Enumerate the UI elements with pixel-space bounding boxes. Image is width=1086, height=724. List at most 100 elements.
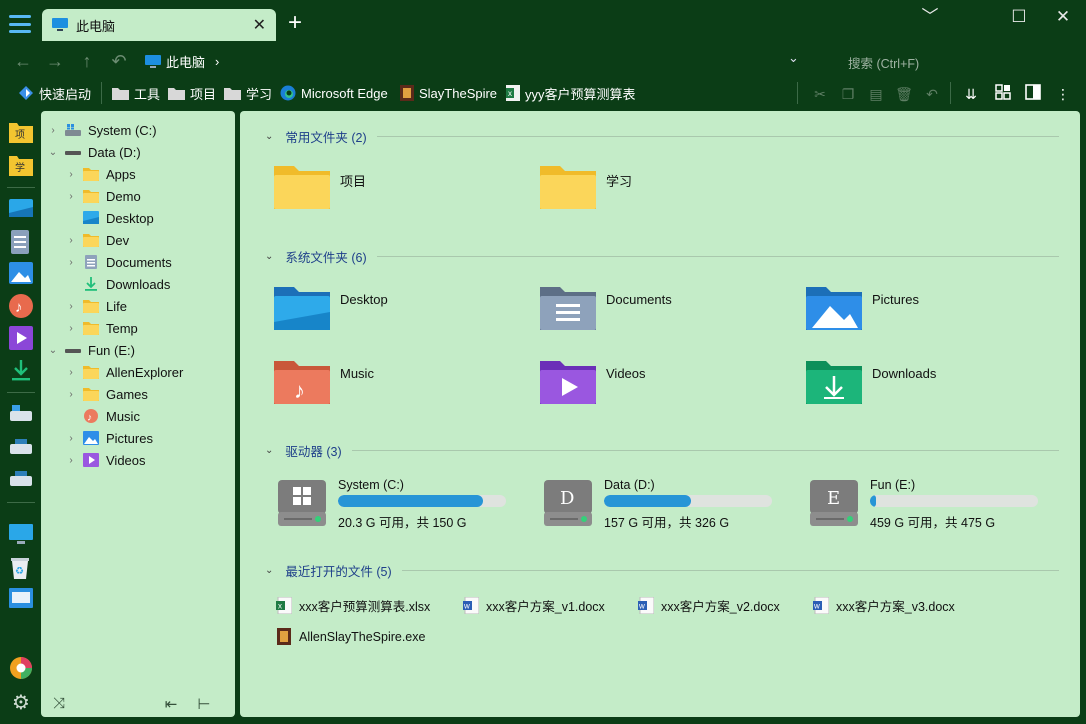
chevron-down-icon[interactable]: ⌄ [265,445,273,456]
folder-item-videos[interactable]: Videos [540,358,646,404]
tree-item[interactable]: › Pictures [65,428,153,448]
tree-item[interactable]: Desktop [65,208,154,228]
main-menu-button[interactable] [8,12,32,36]
more-options-icon[interactable]: ⋮ [1053,84,1073,104]
view-mode-icon[interactable] [993,84,1013,104]
tree-chevron-icon[interactable]: › [65,169,77,180]
breadcrumb[interactable]: 此电脑 › [145,52,219,71]
tree-view-icon[interactable]: ⊢ [195,695,213,713]
recent-file-item[interactable]: w xxx客户方案_v3.docx [813,596,955,615]
rail-item-projects[interactable]: 项 [9,121,33,145]
toolbar-item-tools[interactable]: 工具 [112,83,160,103]
tab-this-pc[interactable]: 此电脑 ✕ [42,9,276,41]
preview-pane-icon[interactable] [1023,84,1043,104]
tree-chevron-icon[interactable]: › [65,235,77,246]
folder-item-documents[interactable]: Documents [540,284,672,330]
tree-item[interactable]: ⌄ Data (D:) [47,142,141,162]
tree-item[interactable]: › AllenExplorer [65,362,183,382]
minimize-button[interactable]: ﹀ [910,4,950,30]
recent-file-item[interactable]: AllenSlayTheSpire.exe [276,628,425,645]
undo-icon[interactable]: ↶ [922,84,942,104]
tree-item[interactable]: › Life [65,296,127,316]
close-window-button[interactable]: ✕ [1043,4,1083,30]
tree-item[interactable]: › Demo [65,186,140,206]
group-header-common[interactable]: ⌄ 常用文件夹 (2) [265,127,1059,146]
rail-item-study[interactable]: 学 [9,154,33,178]
desktop-icon[interactable] [9,199,33,223]
tree-chevron-icon[interactable]: ⌄ [47,345,59,356]
toolbar-item-projects[interactable]: 项目 [168,83,216,103]
drive-item-c[interactable]: System (C:) 20.3 G 可用，共 150 G [278,478,506,531]
theme-icon[interactable] [9,656,33,680]
recent-file-item[interactable]: w xxx客户方案_v1.docx [463,596,605,615]
cut-icon[interactable]: ✂ [810,84,830,104]
drive-e-icon[interactable] [9,468,33,492]
folder-item-study[interactable]: 学习 [540,163,632,209]
chevron-down-icon[interactable]: ⌄ [265,565,273,576]
drive-d-icon[interactable] [9,436,33,460]
videos-icon[interactable] [9,326,33,350]
collapse-all-icon[interactable]: ⤨ [50,695,68,713]
drive-item-e[interactable]: E Fun (E:) 459 G 可用，共 475 G [810,478,1038,531]
folder-item-desktop[interactable]: Desktop [274,284,388,330]
chevron-down-icon[interactable]: ⌄ [265,251,273,262]
tree-item[interactable]: › Apps [65,164,135,184]
pictures-icon[interactable] [9,262,33,286]
drive-item-d[interactable]: D Data (D:) 157 G 可用，共 326 G [544,478,772,531]
recycle-bin-icon[interactable]: ♻ [9,556,33,580]
new-tab-button[interactable]: + [284,10,306,36]
quick-launch-button[interactable]: 快速启动 [18,83,91,103]
copy-icon[interactable]: ❐ [838,84,858,104]
toolbar-item-slaythespire[interactable]: SlayTheSpire [400,83,497,103]
undo-nav-icon[interactable]: ↶ [108,50,130,72]
tree-chevron-icon[interactable]: ⌄ [47,147,59,158]
delete-icon[interactable]: 🗑 [894,84,914,104]
chevron-down-icon[interactable]: ⌄ [265,131,273,142]
folder-item-downloads[interactable]: Downloads [806,358,936,404]
paste-icon[interactable]: ▤ [866,84,886,104]
tree-chevron-icon[interactable]: › [65,433,77,444]
tree-chevron-icon[interactable]: › [65,389,77,400]
tree-item[interactable]: › Dev [65,230,129,250]
forward-icon[interactable]: → [44,50,66,72]
tree-item[interactable]: › Documents [65,252,171,272]
address-dropdown-icon[interactable]: ⌄ [788,50,799,66]
tree-item[interactable]: Downloads [65,274,170,294]
toolbar-item-edge[interactable]: Microsoft Edge [280,83,388,103]
maximize-button[interactable]: ☐ [999,4,1039,30]
tree-item[interactable]: › Temp [65,318,137,338]
tree-item[interactable]: › Videos [65,450,145,470]
tree-item[interactable]: ♪ Music [65,406,140,426]
toolbar-item-budget-sheet[interactable]: x yyy客户预算测算表 [506,83,636,103]
tree-item[interactable]: ⌄ Fun (E:) [47,340,135,360]
tree-item[interactable]: › Games [65,384,148,404]
music-icon[interactable]: ♪ [9,294,33,318]
tree-item[interactable]: › System (C:) [47,120,156,140]
group-header-system[interactable]: ⌄ 系统文件夹 (6) [265,247,1059,266]
search-input[interactable]: 搜索 (Ctrl+F) [848,53,919,72]
toolbar-item-study[interactable]: 学习 [224,83,272,103]
tree-chevron-icon[interactable]: › [65,455,77,466]
downloads-icon[interactable] [9,358,33,382]
documents-icon[interactable] [9,230,33,254]
folder-item-projects[interactable]: 项目 [274,163,366,209]
group-header-recent[interactable]: ⌄ 最近打开的文件 (5) [265,561,1059,580]
breadcrumb-chevron-icon[interactable]: › [215,54,219,69]
drive-c-icon[interactable] [9,403,33,427]
back-icon[interactable]: ← [12,50,34,72]
tree-chevron-icon[interactable]: › [65,257,77,268]
this-pc-icon[interactable] [9,524,33,548]
group-header-drives[interactable]: ⌄ 驱动器 (3) [265,441,1059,460]
tree-chevron-icon[interactable]: › [47,125,59,136]
tab-close-icon[interactable]: ✕ [253,15,266,35]
folder-item-music[interactable]: ♪ Music [274,358,374,404]
tree-chevron-icon[interactable]: › [65,301,77,312]
folder-item-pictures[interactable]: Pictures [806,284,919,330]
settings-gear-icon[interactable]: ⚙ [9,690,33,714]
tree-chevron-icon[interactable]: › [65,367,77,378]
expand-all-icon[interactable]: ⇊ [961,84,981,104]
breadcrumb-item[interactable]: 此电脑 [166,52,205,71]
recent-file-item[interactable]: w xxx客户方案_v2.docx [638,596,780,615]
tree-chevron-icon[interactable]: › [65,323,77,334]
indent-icon[interactable]: ⇤ [162,695,180,713]
